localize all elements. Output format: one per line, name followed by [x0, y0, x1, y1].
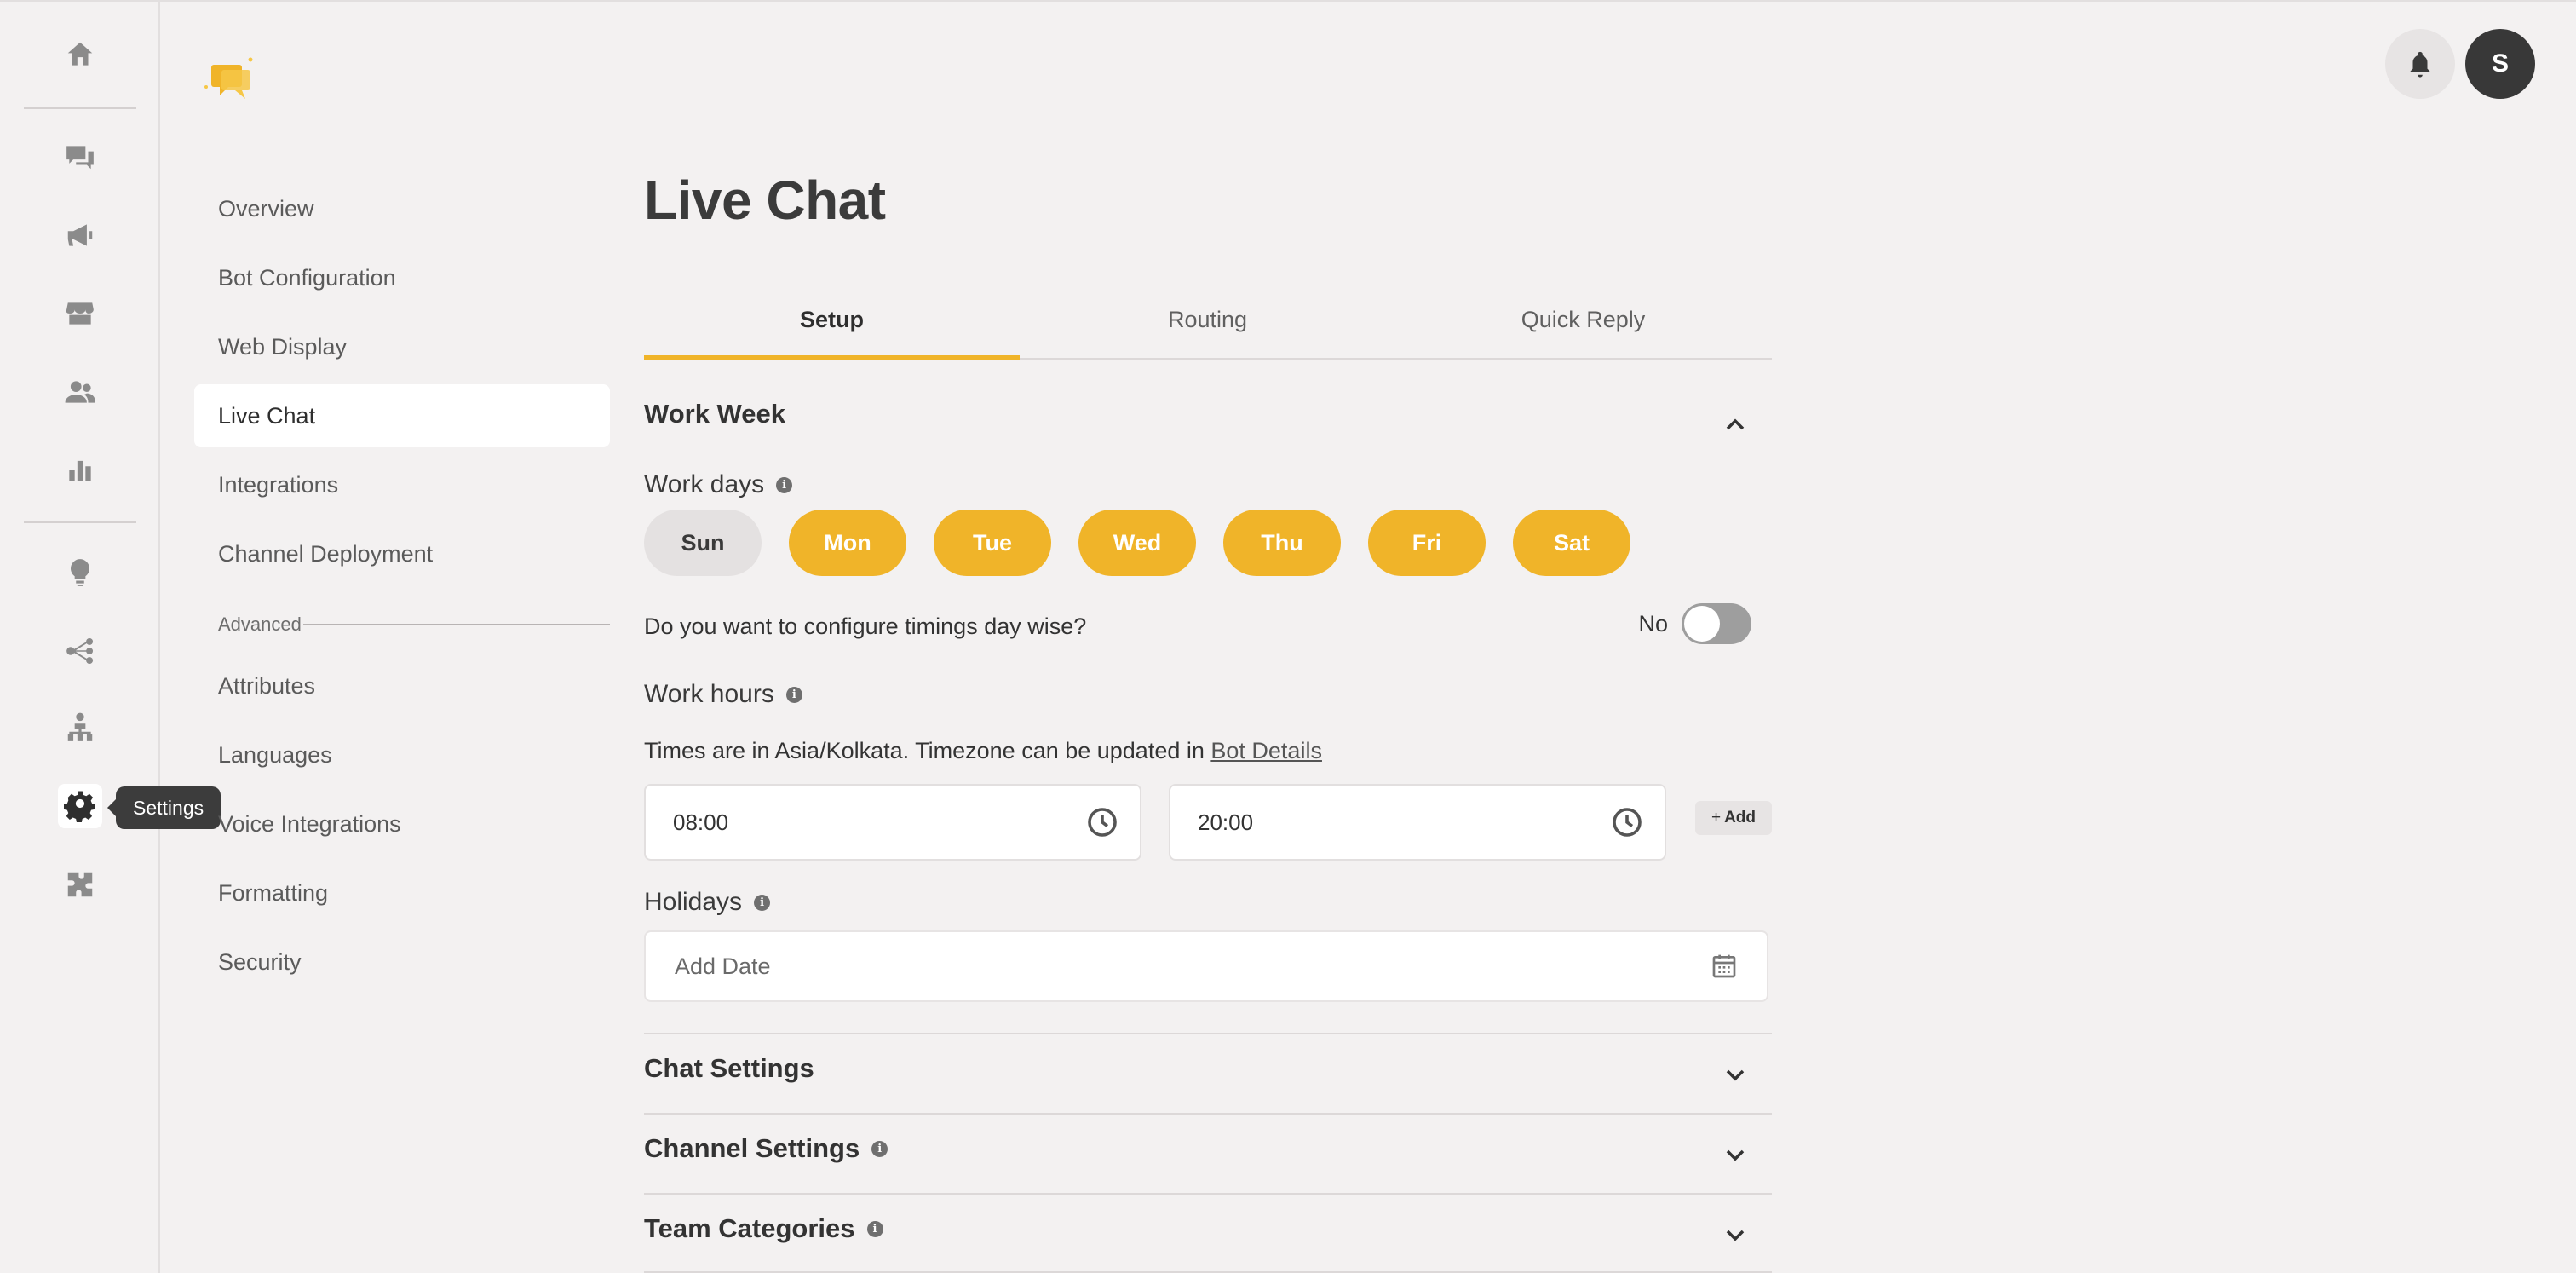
- puzzle-icon[interactable]: [58, 862, 102, 907]
- home-icon[interactable]: [58, 32, 102, 77]
- timezone-text: Times are in Asia/Kolkata. Timezone can …: [644, 738, 1211, 763]
- team-categories-header[interactable]: Team Categories i: [644, 1213, 1772, 1244]
- day-tue[interactable]: Tue: [934, 510, 1051, 576]
- bar-chart-icon[interactable]: [58, 448, 102, 492]
- subnav-item-channel-deployment[interactable]: Channel Deployment: [194, 522, 610, 585]
- work-days-text: Work days: [644, 470, 765, 498]
- info-icon[interactable]: i: [776, 476, 793, 493]
- work-days-picker: Sun Mon Tue Wed Thu Fri Sat: [644, 510, 1630, 576]
- subnav-item-web-display[interactable]: Web Display: [194, 315, 610, 378]
- channel-settings-header[interactable]: Channel Settings i: [644, 1133, 1772, 1164]
- plus-icon: +: [1711, 809, 1722, 827]
- work-days-label: Work days i: [644, 470, 793, 499]
- add-hours-button[interactable]: + Add: [1695, 801, 1772, 835]
- subnav-item-formatting[interactable]: Formatting: [194, 861, 610, 925]
- timezone-note: Times are in Asia/Kolkata. Timezone can …: [644, 738, 1322, 764]
- add-label: Add: [1724, 809, 1757, 827]
- clock-icon: [1613, 808, 1642, 837]
- start-time-value: 08:00: [673, 809, 729, 835]
- end-time-value: 20:00: [1198, 809, 1254, 835]
- section-divider: [644, 1113, 1772, 1115]
- work-week-header[interactable]: Work Week: [644, 399, 1772, 430]
- gear-icon[interactable]: [58, 784, 102, 828]
- chat-icon[interactable]: [58, 135, 102, 179]
- subnav-item-languages[interactable]: Languages: [194, 723, 610, 786]
- holidays-text: Holidays: [644, 888, 743, 916]
- brand-logo[interactable]: [199, 55, 257, 102]
- subnav-section-label: Advanced: [218, 613, 302, 635]
- info-icon[interactable]: i: [871, 1140, 888, 1157]
- bell-icon: [2410, 51, 2430, 78]
- section-divider: [644, 1193, 1772, 1195]
- holidays-label: Holidays i: [644, 888, 771, 917]
- megaphone-icon[interactable]: [58, 213, 102, 257]
- flow-icon[interactable]: [58, 629, 102, 673]
- daywise-toggle-wrap: No: [1638, 603, 1751, 644]
- day-wed[interactable]: Wed: [1078, 510, 1196, 576]
- chat-settings-header[interactable]: Chat Settings: [644, 1053, 1772, 1084]
- settings-subnav: Overview Bot Configuration Web Display L…: [194, 177, 610, 975]
- day-fri[interactable]: Fri: [1368, 510, 1486, 576]
- start-time-input[interactable]: 08:00: [644, 784, 1141, 861]
- end-time-input[interactable]: 20:00: [1169, 784, 1666, 861]
- add-date-placeholder: Add Date: [675, 953, 771, 979]
- clock-icon: [1088, 808, 1117, 837]
- section-divider: [644, 1033, 1772, 1034]
- subnav-item-voice-integrations[interactable]: Voice Integrations: [194, 792, 610, 855]
- chevron-down-icon[interactable]: [1724, 1142, 1746, 1164]
- daywise-question: Do you want to configure timings day wis…: [644, 613, 1087, 639]
- tab-bar: Setup Routing Quick Reply: [644, 298, 1772, 360]
- calendar-icon[interactable]: [1711, 953, 1738, 980]
- work-hours-text: Work hours: [644, 680, 774, 708]
- users-icon[interactable]: [58, 370, 102, 414]
- work-week-title: Work Week: [644, 399, 785, 429]
- icon-rail: Settings: [0, 2, 221, 1273]
- subnav-item-integrations[interactable]: Integrations: [194, 453, 610, 516]
- info-icon[interactable]: i: [785, 686, 802, 703]
- notifications-button[interactable]: [2385, 29, 2455, 99]
- day-mon[interactable]: Mon: [789, 510, 906, 576]
- subnav-item-live-chat[interactable]: Live Chat: [194, 384, 610, 447]
- subnav-item-overview[interactable]: Overview: [194, 177, 610, 240]
- subnav-section-advanced: Advanced: [218, 613, 610, 636]
- tab-routing[interactable]: Routing: [1020, 298, 1395, 358]
- user-avatar[interactable]: S: [2465, 29, 2535, 99]
- bot-details-link[interactable]: Bot Details: [1210, 738, 1322, 763]
- team-categories-title: Team Categories: [644, 1213, 855, 1243]
- channel-settings-title: Channel Settings: [644, 1133, 860, 1163]
- info-icon[interactable]: i: [754, 894, 771, 911]
- day-sat[interactable]: Sat: [1513, 510, 1630, 576]
- tab-setup[interactable]: Setup: [644, 298, 1020, 360]
- chevron-down-icon[interactable]: [1724, 1062, 1746, 1084]
- store-icon[interactable]: [58, 291, 102, 336]
- daywise-toggle-label: No: [1638, 610, 1668, 636]
- chat-settings-title: Chat Settings: [644, 1053, 814, 1083]
- section-divider: [302, 624, 610, 625]
- chevron-up-icon[interactable]: [1724, 412, 1746, 435]
- tab-quick-reply[interactable]: Quick Reply: [1395, 298, 1771, 358]
- rail-divider: [24, 521, 136, 523]
- subnav-item-security[interactable]: Security: [194, 930, 610, 994]
- info-icon[interactable]: i: [866, 1220, 883, 1237]
- day-thu[interactable]: Thu: [1223, 510, 1341, 576]
- day-sun[interactable]: Sun: [644, 510, 762, 576]
- subnav-item-bot-configuration[interactable]: Bot Configuration: [194, 246, 610, 309]
- work-hours-label: Work hours i: [644, 680, 802, 709]
- chevron-down-icon[interactable]: [1724, 1222, 1746, 1244]
- hierarchy-icon[interactable]: [58, 706, 102, 750]
- page-title: Live Chat: [644, 170, 886, 231]
- add-date-input[interactable]: Add Date: [644, 930, 1768, 1002]
- lightbulb-icon[interactable]: [58, 550, 102, 595]
- daywise-toggle[interactable]: [1682, 603, 1751, 644]
- rail-divider: [24, 107, 136, 109]
- subnav-item-attributes[interactable]: Attributes: [194, 654, 610, 717]
